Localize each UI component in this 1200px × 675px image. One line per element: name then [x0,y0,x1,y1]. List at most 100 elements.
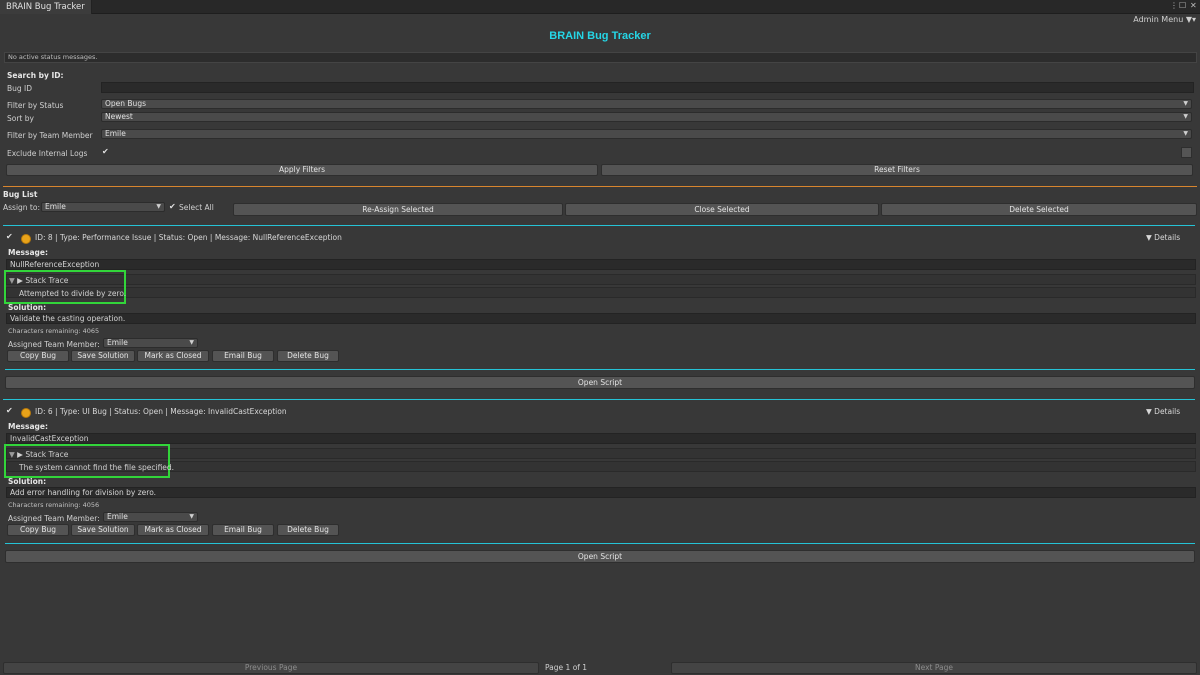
stack-trace-header-row [6,274,1196,285]
stack-trace-toggle[interactable]: ▼ ▶ Stack Trace [9,276,68,285]
status-filter-dropdown[interactable]: Open Bugs ▼ [101,99,1192,109]
select-all-label: Select All [179,203,214,212]
section-divider [3,186,1197,187]
open-script-button[interactable]: Open Script [5,376,1195,389]
dropdown-arrow-icon: ▼ [1183,100,1188,107]
bug-header[interactable]: ID: 8 | Type: Performance Issue | Status… [35,233,342,242]
bug-icon [21,234,31,244]
status-bar: No active status messages. [4,52,1197,63]
details-label: Details [1154,233,1181,242]
page-title: BRAIN Bug Tracker [549,30,651,42]
bug-list-heading: Bug List [3,190,38,199]
assigned-member-value: Emile [107,338,128,347]
exclude-internal-checkbox[interactable]: ✔ [102,147,109,156]
next-page-button[interactable]: Next Page [671,662,1197,674]
assigned-member-dropdown[interactable]: Emile ▼ [103,512,198,522]
exclude-internal-label: Exclude Internal Logs [7,149,88,158]
reset-filters-button[interactable]: Reset Filters [601,164,1193,176]
team-filter-label: Filter by Team Member [7,131,93,140]
reassign-selected-button[interactable]: Re-Assign Selected [233,203,563,216]
card-divider [3,399,1195,400]
assign-to-label: Assign to: [3,203,40,212]
page-info: Page 1 of 1 [545,663,588,672]
email-bug-button[interactable]: Email Bug [212,524,274,536]
play-triangle-icon: ▶ [17,450,23,459]
sort-label: Sort by [7,114,34,123]
window-tab-bar [0,0,1200,14]
bug-select-checkbox[interactable]: ✔ [6,406,13,415]
close-icon[interactable]: ✕ [1190,1,1197,10]
delete-bug-button[interactable]: Delete Bug [277,524,339,536]
bug-header[interactable]: ID: 6 | Type: UI Bug | Status: Open | Me… [35,407,287,416]
dropdown-arrow-icon: ▼ [156,203,161,210]
details-label: Details [1154,407,1181,416]
bug-select-checkbox[interactable]: ✔ [6,232,13,241]
close-selected-button[interactable]: Close Selected [565,203,879,216]
assigned-member-value: Emile [107,512,128,521]
dropdown-arrow-icon: ▼ [189,339,194,346]
dropdown-arrow-icon: ▼ [189,513,194,520]
message-label: Message: [8,422,48,431]
team-filter-dropdown[interactable]: Emile ▼ [101,129,1192,139]
stack-trace-text: The system cannot find the file specifie… [19,463,175,472]
save-solution-button[interactable]: Save Solution [71,524,135,536]
select-all-checkbox[interactable]: ✔ [169,202,176,211]
scroll-handle[interactable] [1181,147,1192,158]
dropdown-arrow-icon: ▼ [1183,113,1188,120]
message-field[interactable]: InvalidCastException [6,433,1196,444]
foldout-arrow-icon: ▼ [9,276,15,285]
dropdown-arrow-icon: ▼ [1183,130,1188,137]
chars-remaining: Characters remaining: 4056 [8,501,100,509]
save-solution-button[interactable]: Save Solution [71,350,135,362]
admin-menu[interactable]: Admin Menu ▼▾ [1133,15,1196,24]
details-arrow-icon: ▼ [1146,233,1152,242]
play-triangle-icon: ▶ [17,276,23,285]
details-arrow-icon: ▼ [1146,407,1152,416]
caret-down-icon: ▼▾ [1185,15,1196,24]
status-filter-label: Filter by Status [7,101,64,110]
bug-id-input[interactable] [101,82,1194,93]
status-filter-value: Open Bugs [105,99,146,108]
stack-trace-text: Attempted to divide by zero. [19,289,127,298]
card-divider [5,543,1195,544]
stack-trace-label: Stack Trace [25,276,69,285]
admin-menu-label: Admin Menu [1133,15,1184,24]
stack-trace-label: Stack Trace [25,450,69,459]
card-divider [5,369,1195,370]
copy-bug-button[interactable]: Copy Bug [7,350,69,362]
mark-closed-button[interactable]: Mark as Closed [137,524,209,536]
card-divider [3,225,1195,226]
previous-page-button[interactable]: Previous Page [3,662,539,674]
team-filter-value: Emile [105,129,126,138]
copy-bug-button[interactable]: Copy Bug [7,524,69,536]
stack-trace-body-row [6,287,1196,298]
stack-trace-toggle[interactable]: ▼ ▶ Stack Trace [9,450,68,459]
mark-closed-button[interactable]: Mark as Closed [137,350,209,362]
email-bug-button[interactable]: Email Bug [212,350,274,362]
stack-trace-header-row [6,448,1196,459]
solution-label: Solution: [8,303,47,312]
message-label: Message: [8,248,48,257]
sort-dropdown[interactable]: Newest ▼ [101,112,1192,122]
details-toggle[interactable]: ▼ Details [1146,233,1180,242]
search-heading: Search by ID: [7,71,64,80]
open-script-button[interactable]: Open Script [5,550,1195,563]
apply-filters-button[interactable]: Apply Filters [6,164,598,176]
assigned-member-dropdown[interactable]: Emile ▼ [103,338,198,348]
solution-field[interactable]: Validate the casting operation. [6,313,1196,324]
details-toggle[interactable]: ▼ Details [1146,407,1180,416]
assigned-member-label: Assigned Team Member: [8,514,100,523]
assign-to-dropdown[interactable]: Emile ▼ [41,202,165,212]
assigned-member-label: Assigned Team Member: [8,340,100,349]
bug-icon [21,408,31,418]
delete-selected-button[interactable]: Delete Selected [881,203,1197,216]
window-menu-icon[interactable]: ⋮ [1170,1,1178,10]
foldout-arrow-icon: ▼ [9,450,15,459]
delete-bug-button[interactable]: Delete Bug [277,350,339,362]
solution-field[interactable]: Add error handling for division by zero. [6,487,1196,498]
maximize-icon[interactable]: ☐ [1179,1,1186,10]
window-tab[interactable]: BRAIN Bug Tracker [0,0,92,14]
solution-label: Solution: [8,477,47,486]
message-field[interactable]: NullReferenceException [6,259,1196,270]
chars-remaining: Characters remaining: 4065 [8,327,100,335]
